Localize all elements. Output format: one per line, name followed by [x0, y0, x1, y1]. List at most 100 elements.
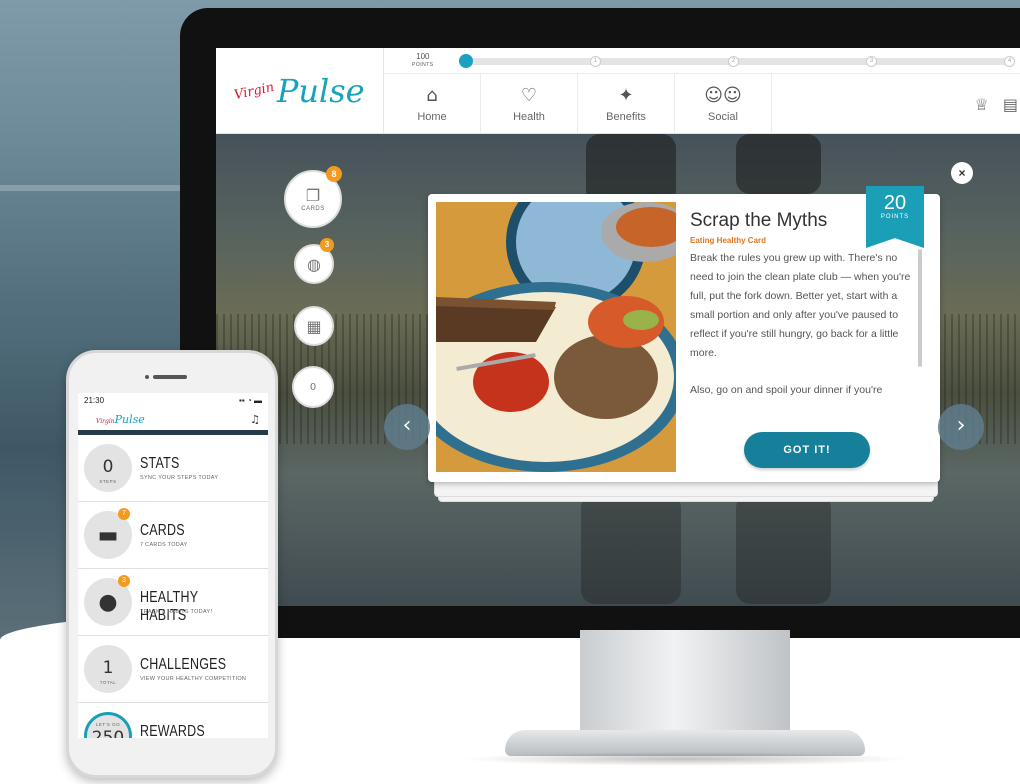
- nav-social[interactable]: ☺☺ Social: [675, 74, 772, 134]
- row-title: CHALLENGES: [140, 656, 227, 673]
- challenges-button[interactable]: ▦: [294, 306, 334, 346]
- home-icon: ⌂: [426, 85, 438, 106]
- row-title: CARDS: [140, 522, 185, 539]
- nav-benefits-label: Benefits: [606, 111, 646, 123]
- person-reflection: [581, 494, 681, 604]
- points-ribbon: 20 POINTS: [866, 186, 924, 248]
- milestone-2: 2: [728, 56, 739, 67]
- heart-icon: ♡: [520, 85, 538, 106]
- points-progress: 100 POINTS 1 2 3 4: [384, 48, 1020, 74]
- cards-label: CARDS: [301, 206, 325, 212]
- phone-speaker: [153, 375, 187, 379]
- steps-label: STEPS: [99, 479, 117, 484]
- phone-row-stats[interactable]: 0 STEPS STATS SYNC YOUR STEPS TODAY: [78, 435, 268, 502]
- ribbon-points-value: 20: [883, 192, 907, 214]
- challenges-value: 1: [102, 658, 114, 678]
- cards-badge: 7: [118, 508, 130, 520]
- points-counter: 100 POINTS: [412, 53, 434, 69]
- stats-circle: 0 STEPS: [84, 444, 132, 492]
- calendar-icon[interactable]: ▤: [1003, 95, 1018, 114]
- rewards-circle: LET'S GO 250: [84, 712, 132, 738]
- phone-status-icons: ▪▪ ◔ ▬: [239, 396, 262, 405]
- daily-card: Scrap the Myths Eating Healthy Card Brea…: [428, 186, 940, 482]
- challenges-circle: 1 TOTAL: [84, 645, 132, 693]
- clipboard-icon: ▦: [306, 316, 322, 336]
- rewards-label: LET'S GO: [95, 722, 121, 727]
- habits-badge: 3: [320, 238, 334, 252]
- cards-icon: ▬: [97, 523, 119, 548]
- phone-logo-brand: Virgin: [96, 418, 115, 425]
- bell-icon[interactable]: ♫: [250, 413, 260, 426]
- phone-row-challenges[interactable]: 1 TOTAL CHALLENGES VIEW YOUR HEALTHY COM…: [78, 636, 268, 703]
- nav-home-label: Home: [417, 111, 447, 123]
- ribbon-points-label: POINTS: [880, 214, 910, 220]
- pear-icon: ●: [98, 590, 118, 615]
- cards-icon: ❐: [305, 186, 321, 205]
- phone-device: 21:30 ▪▪ ◔ ▬ VirginPulse ♫ 0 STEPS STATS…: [66, 350, 278, 778]
- phone-status-bar: 21:30 ▪▪ ◔ ▬: [78, 393, 268, 409]
- close-icon[interactable]: ×: [951, 162, 973, 184]
- card-title: Scrap the Myths: [690, 210, 828, 231]
- food-illustration: [436, 202, 676, 472]
- logo-brand: Virgin: [233, 79, 276, 103]
- footprint-icon: 0: [309, 381, 317, 393]
- phone-row-cards[interactable]: ▬ 7 CARDS 7 CARDS TODAY: [78, 502, 268, 569]
- row-title: HEALTHY HABITS: [140, 589, 199, 624]
- steps-value: 0: [102, 457, 114, 477]
- person-silhouette: [736, 134, 821, 194]
- habits-badge: 3: [118, 575, 130, 587]
- phone-row-habits[interactable]: ● 3 HEALTHY HABITS TRACK 3 HABITS TODAY!: [78, 569, 268, 636]
- phone-camera: [145, 375, 149, 379]
- row-subtitle: 7 CARDS TODAY: [140, 542, 188, 548]
- app-header: Virgin Pulse 100 POINTS 1 2 3 4 ⌂ Home ♡…: [216, 48, 1020, 134]
- got-it-button[interactable]: GOT IT!: [744, 432, 870, 468]
- people-icon: ☺☺: [704, 85, 742, 106]
- card-scrollbar[interactable]: [918, 249, 922, 367]
- phone-home-indicator: [147, 745, 197, 751]
- trophy-icon[interactable]: ♕: [975, 95, 989, 114]
- card-body[interactable]: Break the rules you grew up with. There'…: [690, 249, 918, 395]
- row-subtitle: VIEW YOUR HEALTHY COMPETITION: [140, 676, 247, 682]
- nav-health[interactable]: ♡ Health: [481, 74, 578, 134]
- apple-icon: ◍: [307, 254, 321, 274]
- row-subtitle: TRACK 3 HABITS TODAY!: [140, 609, 213, 615]
- main-nav: ⌂ Home ♡ Health ✦ Benefits ☺☺ Social: [384, 74, 1020, 134]
- logo[interactable]: Virgin Pulse: [216, 48, 384, 134]
- header-actions: ♕ ▤: [975, 74, 1020, 134]
- challenges-label: TOTAL: [99, 680, 117, 685]
- rewards-value: 250: [91, 728, 125, 738]
- nav-social-label: Social: [708, 111, 738, 123]
- phone-logo: VirginPulse: [96, 413, 145, 426]
- points-label: POINTS: [412, 62, 434, 68]
- logo-text: Pulse: [276, 72, 365, 110]
- progress-knob: [459, 54, 473, 68]
- person-reflection: [736, 494, 831, 604]
- phone-logo-text: Pulse: [114, 413, 145, 426]
- previous-arrow-icon[interactable]: ‹: [384, 404, 430, 450]
- nav-benefits[interactable]: ✦ Benefits: [578, 74, 675, 134]
- points-value: 100: [416, 52, 430, 61]
- phone-header: VirginPulse ♫: [78, 409, 268, 435]
- row-subtitle: SYNC YOUR STEPS TODAY: [140, 475, 219, 481]
- milestone-1: 1: [590, 56, 601, 67]
- milestone-3: 3: [866, 56, 877, 67]
- phone-row-rewards[interactable]: LET'S GO 250 REWARDS: [78, 703, 268, 738]
- phone-screen: 21:30 ▪▪ ◔ ▬ VirginPulse ♫ 0 STEPS STATS…: [78, 393, 268, 738]
- monitor-shadow: [460, 752, 910, 766]
- cards-badge: 8: [326, 166, 342, 182]
- hand-stars-icon: ✦: [618, 85, 634, 106]
- row-title: STATS: [140, 455, 180, 472]
- card-paragraph: Break the rules you grew up with. There'…: [690, 252, 911, 359]
- milestone-4: 4: [1004, 56, 1015, 67]
- nav-health-label: Health: [513, 111, 545, 123]
- nav-home[interactable]: ⌂ Home: [384, 74, 481, 134]
- steps-button[interactable]: 0: [292, 366, 334, 408]
- monitor-stand: [580, 630, 790, 735]
- desktop-screen: Virgin Pulse 100 POINTS 1 2 3 4 ⌂ Home ♡…: [216, 48, 1020, 606]
- card-paragraph: Also, go on and spoil your dinner if you…: [690, 384, 883, 395]
- food-image: [436, 202, 676, 472]
- row-title: REWARDS: [140, 723, 205, 738]
- next-arrow-icon[interactable]: ›: [938, 404, 984, 450]
- card-subtitle: Eating Healthy Card: [690, 236, 767, 245]
- phone-time: 21:30: [84, 396, 105, 405]
